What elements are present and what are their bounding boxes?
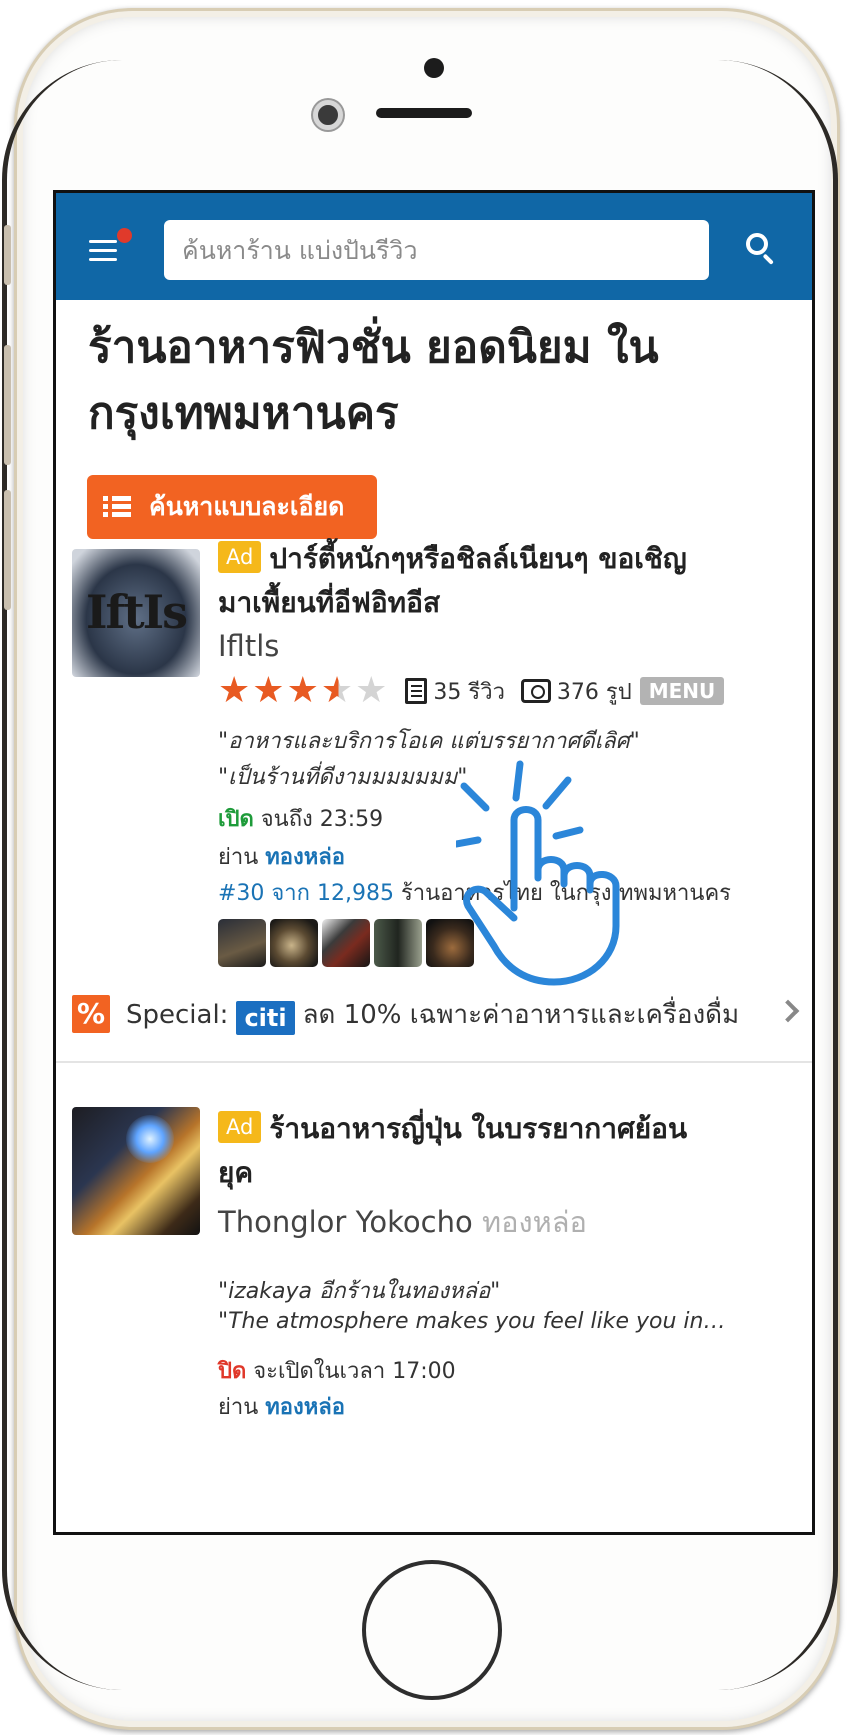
citi-logo: citi	[236, 1000, 295, 1035]
area-line: ย่าน ทองหล่อ	[218, 1389, 345, 1424]
front-camera	[313, 100, 343, 130]
tap-gesture-icon	[456, 760, 620, 986]
phone-screen: ร้านอาหารฟิวชั่น ยอดนิยม ในกรุงเทพมหานคร…	[53, 190, 815, 1535]
restaurant-name[interactable]: Thonglor Yokocho	[218, 1205, 473, 1239]
listing-title[interactable]: Ad ร้านอาหารญี่ปุ่น ในบรรยากาศย้อนยุค	[218, 1107, 688, 1195]
star-icon: ★	[286, 670, 319, 711]
volume-down-button	[4, 490, 11, 610]
review-count[interactable]: 35 รีวิว	[433, 674, 505, 709]
listing-title-text[interactable]: ปาร์ตี้หนักๆหรือชิลล์เนียนๆ ขอเชิญมาเพื้…	[218, 542, 687, 619]
special-prefix: Special:	[126, 999, 229, 1030]
restaurant-name[interactable]: Ifltls	[218, 629, 279, 663]
area-label: ย่าน	[218, 1395, 259, 1420]
list-icon	[103, 496, 131, 518]
photo-thumbnail[interactable]	[218, 919, 266, 967]
volume-up-button	[4, 345, 11, 465]
half-star-icon: ★	[320, 670, 354, 711]
area-line: ย่าน ทองหล่อ	[218, 839, 345, 874]
restaurant-name-row[interactable]: Thonglor Yokocho ทองหล่อ	[218, 1199, 587, 1245]
rank-link[interactable]: #30 จาก 12,985	[218, 881, 394, 906]
earpiece-speaker	[376, 108, 472, 118]
top-navigation-bar	[56, 193, 812, 300]
listing-divider	[56, 1061, 812, 1063]
review-quote: "izakaya อีกร้านในทองหล่อ"	[218, 1279, 501, 1304]
restaurant-area: ทองหล่อ	[481, 1205, 587, 1239]
advanced-search-button[interactable]: ค้นหาแบบละเอียด	[87, 475, 377, 539]
camera-icon	[520, 679, 551, 703]
restaurant-logo: IftIs	[86, 585, 188, 639]
ad-badge: Ad	[218, 1111, 262, 1143]
advanced-search-label: ค้นหาแบบละเอียด	[149, 492, 345, 521]
photo-thumbnail[interactable]	[322, 919, 370, 967]
open-hours: จนถึง 23:59	[260, 807, 384, 832]
rating-row: ★ ★ ★ ★ ★ 35 รีวิว 376 รูป MENU	[218, 670, 725, 711]
area-link[interactable]: ทองหล่อ	[265, 845, 345, 870]
review-icon	[405, 678, 428, 704]
special-offer-row[interactable]: % Special: citi ลด 10% เฉพาะค่าอาหารและเคร…	[72, 989, 802, 1039]
percent-icon: %	[72, 995, 110, 1033]
review-quote: "เป็นร้านที่ดีงามมมมมมม"	[218, 765, 468, 790]
open-hours: จะเปิดในเวลา 17:00	[253, 1359, 456, 1384]
closed-status: ปิด	[218, 1359, 247, 1384]
area-link[interactable]: ทองหล่อ	[265, 1395, 345, 1420]
page-title: ร้านอาหารฟิวชั่น ยอดนิยม ในกรุงเทพมหานคร	[88, 322, 659, 439]
home-button[interactable]	[362, 1560, 502, 1700]
star-icon: ★	[252, 670, 285, 711]
photo-thumbnail[interactable]	[374, 919, 422, 967]
photo-thumbnail[interactable]	[270, 919, 318, 967]
ad-badge: Ad	[218, 541, 262, 573]
opening-status: ปิด จะเปิดในเวลา 17:00	[218, 1353, 456, 1388]
notification-dot-icon	[117, 228, 132, 243]
flame-image	[126, 1115, 174, 1163]
chevron-right-icon	[776, 999, 800, 1023]
empty-star-icon: ★	[355, 670, 388, 711]
ranking-line: #30 จาก 12,985 ร้านอาหารไทย ในกรุงเทพมหา…	[218, 875, 731, 910]
special-description: ลด 10% เฉพาะค่าอาหารและเครื่องดื่ม	[302, 999, 740, 1030]
review-quote: "อาหารและบริการโอเค แต่บรรยากาศดีเลิศ"	[218, 729, 640, 754]
search-icon	[746, 233, 768, 255]
area-label: ย่าน	[218, 845, 259, 870]
open-status: เปิด	[218, 807, 254, 832]
rank-detail: ร้านอาหารไทย ในกรุงเทพมหานคร	[400, 881, 731, 906]
special-offer-text: Special: citi ลด 10% เฉพาะค่าอาหารและเครื่…	[126, 994, 766, 1035]
photo-thumbnail[interactable]	[426, 919, 474, 967]
menu-badge[interactable]: MENU	[639, 677, 725, 705]
photo-count[interactable]: 376 รูป	[557, 674, 632, 709]
hamburger-menu-button[interactable]	[84, 228, 132, 268]
restaurant-thumbnail[interactable]	[72, 1107, 200, 1235]
restaurant-thumbnail[interactable]: IftIs	[72, 549, 200, 677]
mute-switch	[4, 225, 11, 285]
listing-title-text[interactable]: ร้านอาหารญี่ปุ่น ในบรรยากาศย้อนยุค	[218, 1112, 687, 1189]
proximity-sensor	[424, 58, 444, 78]
photo-strip	[218, 919, 478, 967]
search-input[interactable]	[164, 220, 709, 280]
search-button[interactable]	[734, 223, 790, 279]
star-icon: ★	[218, 670, 251, 711]
review-quote: "The atmosphere makes you feel like you …	[218, 1309, 726, 1334]
opening-status: เปิด จนถึง 23:59	[218, 801, 383, 836]
listing-title[interactable]: Ad ปาร์ตี้หนักๆหรือชิลล์เนียนๆ ขอเชิญมาเพ…	[218, 537, 688, 625]
